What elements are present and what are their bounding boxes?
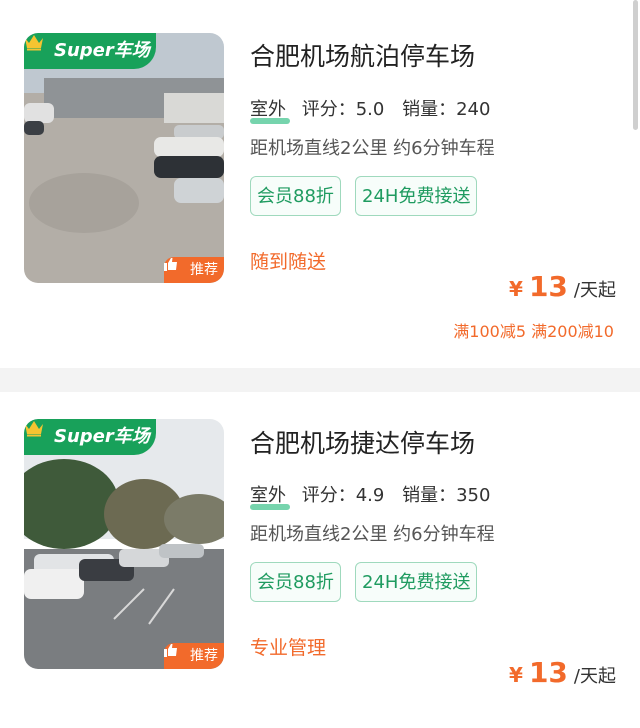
- parking-lot-image: [24, 419, 224, 669]
- sales-count: 销量：240: [402, 99, 491, 120]
- super-badge-label: Super车场: [54, 426, 150, 447]
- super-parking-badge: Super车场: [24, 419, 156, 455]
- parking-name[interactable]: 合肥机场航泊停车场: [250, 37, 475, 73]
- service-tag: 随到随送: [250, 251, 327, 273]
- super-parking-badge: Super车场: [24, 33, 156, 69]
- price-unit: /天起: [573, 280, 616, 301]
- thumbs-up-icon: [164, 258, 177, 271]
- super-badge-label: Super车场: [54, 40, 150, 61]
- parking-name[interactable]: 合肥机场捷达停车场: [250, 424, 475, 460]
- member-discount-chip: 会员88折: [250, 562, 341, 602]
- type-tag: 室外: [250, 95, 290, 124]
- member-discount-chip: 会员88折: [250, 176, 341, 216]
- promo-text: 满100减5 满200减10: [453, 322, 614, 341]
- crown-icon: [25, 421, 43, 437]
- scrollbar[interactable]: [633, 0, 638, 130]
- recommend-badge-label: 推荐: [190, 648, 218, 664]
- parking-meta: 室外 评分：5.0 销量：240: [250, 95, 491, 124]
- price: ¥13/天起: [509, 270, 616, 303]
- parking-card-2[interactable]: Super车场 推荐 合肥机场捷达停车场 室外 评分：4.9 销量：350 距机…: [0, 392, 640, 728]
- parking-card-1[interactable]: Super车场 推荐 合肥机场航泊停车场 室外 评分：5.0 销量：240 距机…: [0, 0, 640, 368]
- rating: 评分：5.0: [301, 99, 385, 120]
- currency-symbol: ¥: [509, 663, 523, 687]
- free-shuttle-chip: 24H免费接送: [355, 176, 478, 216]
- price: ¥13/天起: [509, 656, 616, 689]
- service-tag: 专业管理: [250, 637, 327, 659]
- price-unit: /天起: [573, 666, 616, 687]
- parking-meta: 室外 评分：4.9 销量：350: [250, 481, 491, 510]
- recommend-badge: 推荐: [164, 643, 224, 669]
- recommend-badge: 推荐: [164, 257, 224, 283]
- crown-icon: [25, 35, 43, 51]
- price-value: 13: [528, 270, 568, 303]
- currency-symbol: ¥: [509, 277, 523, 301]
- parking-photo[interactable]: Super车场 推荐: [24, 33, 224, 283]
- price-value: 13: [528, 656, 568, 689]
- rating: 评分：4.9: [301, 485, 385, 506]
- thumbs-up-icon: [164, 644, 177, 657]
- distance-info: 距机场直线2公里 约6分钟车程: [250, 138, 495, 159]
- type-tag: 室外: [250, 481, 290, 510]
- sales-count: 销量：350: [402, 485, 491, 506]
- parking-photo[interactable]: Super车场 推荐: [24, 419, 224, 669]
- parking-lot-image: [24, 33, 224, 283]
- distance-info: 距机场直线2公里 约6分钟车程: [250, 524, 495, 545]
- recommend-badge-label: 推荐: [190, 262, 218, 278]
- free-shuttle-chip: 24H免费接送: [355, 562, 478, 602]
